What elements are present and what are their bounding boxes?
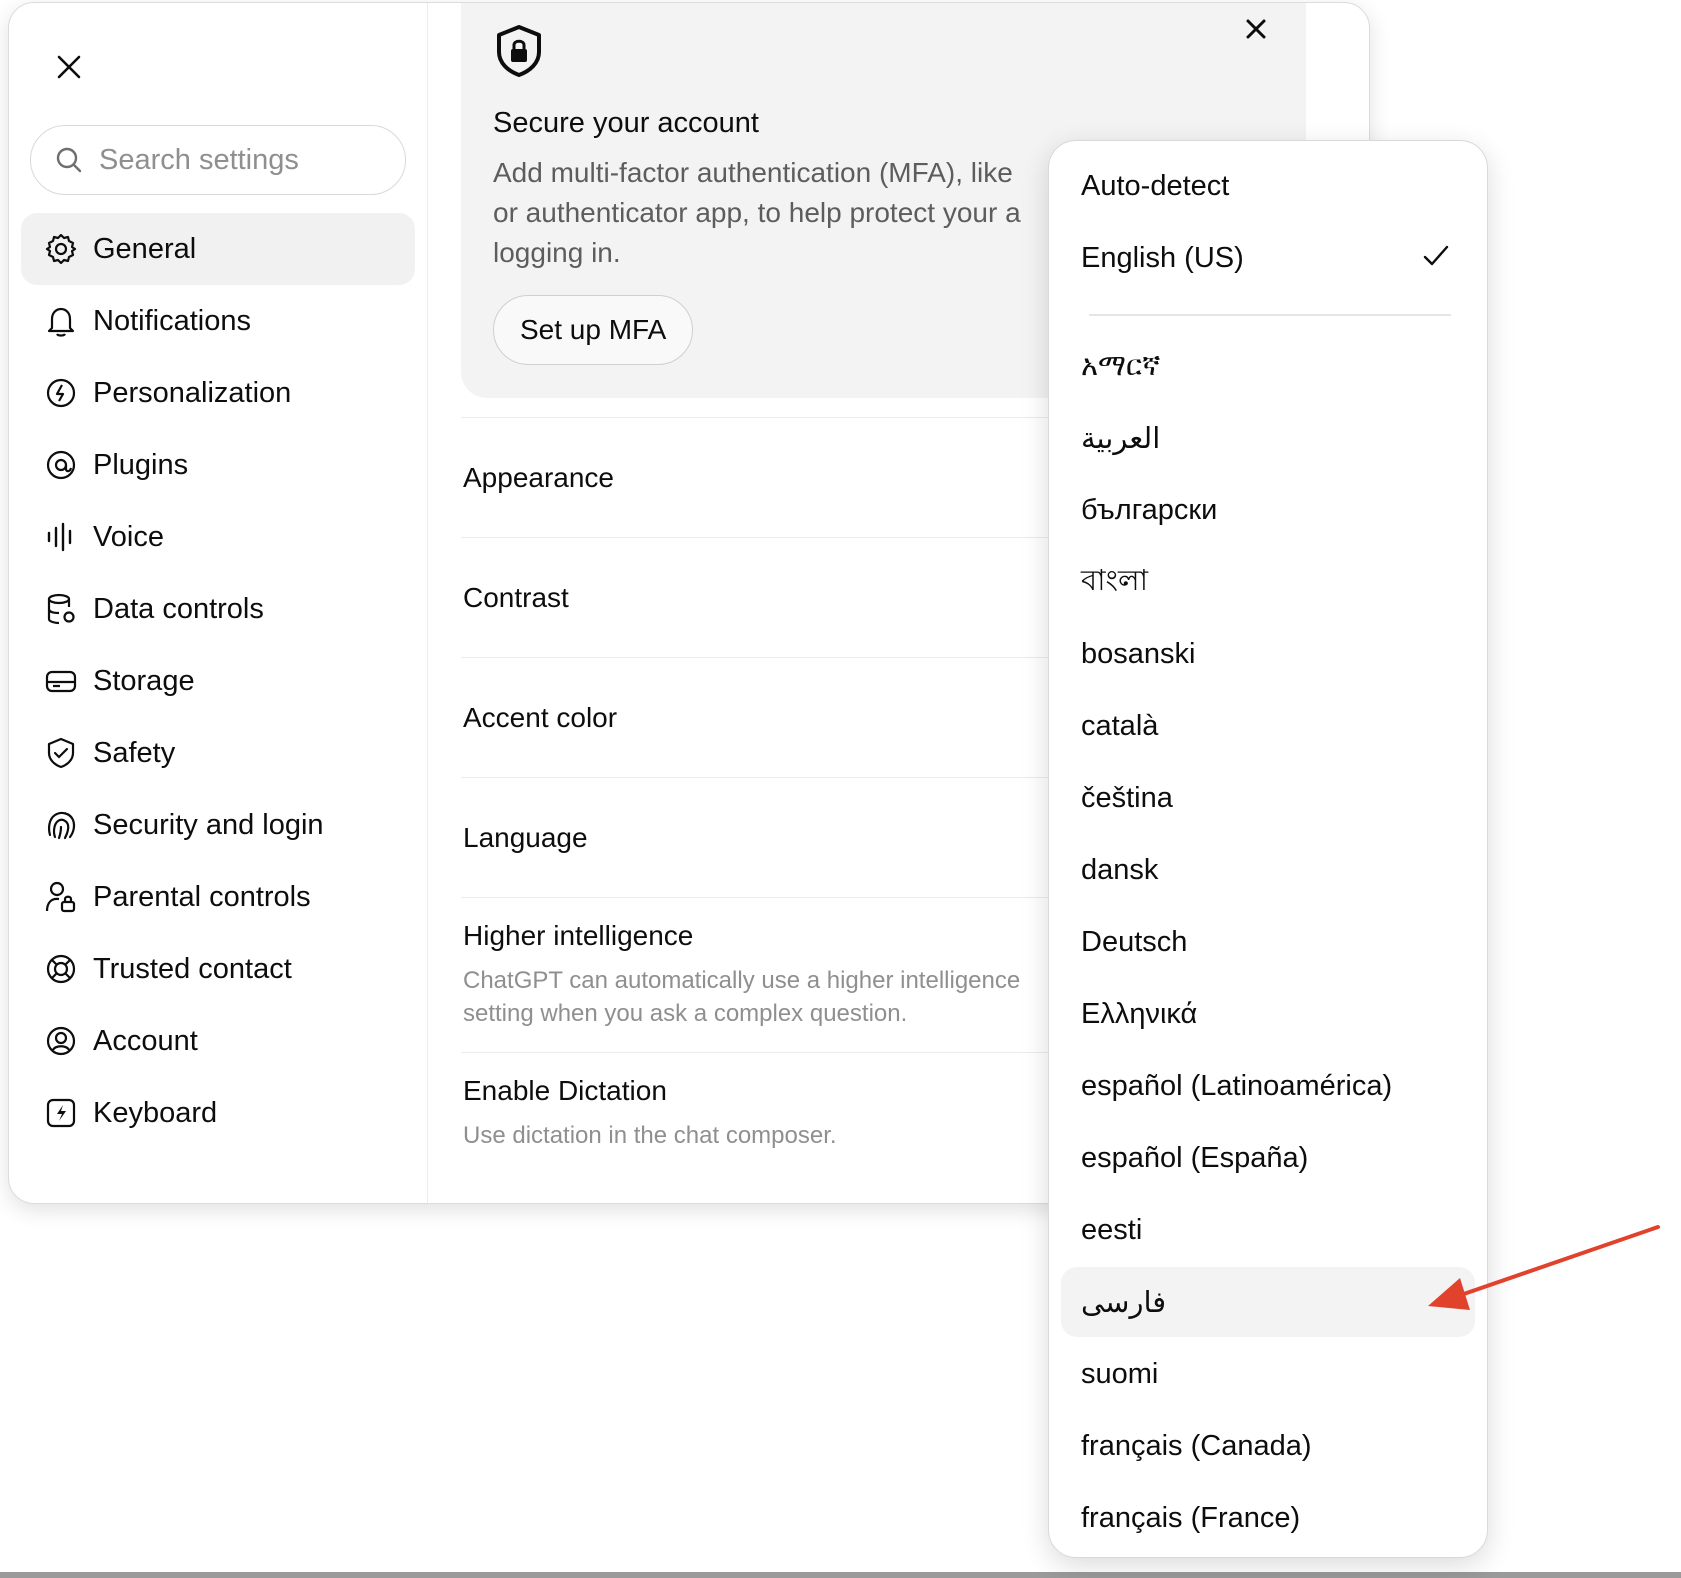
- bolt-square-icon: [43, 1095, 79, 1131]
- sidebar-item-general[interactable]: General: [21, 213, 415, 285]
- language-option-estonian[interactable]: eesti: [1061, 1195, 1475, 1265]
- gear-icon: [43, 231, 79, 267]
- option-label: dansk: [1081, 853, 1159, 886]
- sidebar-item-keyboard[interactable]: Keyboard: [21, 1077, 415, 1149]
- option-label: bosanski: [1081, 637, 1196, 670]
- option-label: አማርኛ: [1081, 349, 1161, 382]
- dismiss-mfa-button[interactable]: [1236, 9, 1276, 49]
- personalization-icon: [43, 375, 79, 411]
- sidebar-item-security-and-login[interactable]: Security and login: [21, 789, 415, 861]
- language-option-english-us[interactable]: English (US): [1061, 223, 1475, 293]
- shield-check-icon: [43, 735, 79, 771]
- option-label: Auto-detect: [1081, 169, 1230, 202]
- sidebar-item-trusted-contact[interactable]: Trusted contact: [21, 933, 415, 1005]
- option-label: català: [1081, 709, 1159, 742]
- settings-nav: General Notifications Personalization Pl…: [21, 213, 415, 1149]
- sidebar-item-voice[interactable]: Voice: [21, 501, 415, 573]
- close-settings-button[interactable]: [49, 47, 89, 87]
- search-settings-field[interactable]: [30, 125, 406, 195]
- option-label: فارسی: [1081, 1286, 1167, 1319]
- row-title: Appearance: [463, 462, 615, 493]
- option-label: العربية: [1081, 422, 1161, 455]
- sidebar-item-label: Personalization: [93, 376, 292, 409]
- close-icon: [1246, 19, 1266, 39]
- sidebar-item-label: Data controls: [93, 592, 264, 625]
- option-label: suomi: [1081, 1357, 1159, 1390]
- settings-sidebar: General Notifications Personalization Pl…: [9, 3, 428, 1203]
- language-option-french-canada[interactable]: français (Canada): [1061, 1411, 1475, 1481]
- language-option-spanish-spain[interactable]: español (España): [1061, 1123, 1475, 1193]
- language-option-german[interactable]: Deutsch: [1061, 907, 1475, 977]
- close-icon: [57, 55, 81, 79]
- language-option-auto-detect[interactable]: Auto-detect: [1061, 151, 1475, 221]
- bell-icon: [43, 303, 79, 339]
- checkmark-icon: [1423, 245, 1449, 266]
- option-label: English (US): [1081, 241, 1244, 274]
- option-label: español (Latinoamérica): [1081, 1069, 1393, 1102]
- language-option-catalan[interactable]: català: [1061, 691, 1475, 761]
- language-option-danish[interactable]: dansk: [1061, 835, 1475, 905]
- search-icon: [56, 147, 82, 173]
- dropdown-divider: [1089, 314, 1451, 316]
- sidebar-item-label: Security and login: [93, 808, 324, 841]
- sidebar-item-label: Safety: [93, 736, 176, 769]
- database-gear-icon: [43, 591, 79, 627]
- sidebar-item-label: Storage: [93, 664, 195, 697]
- set-up-mfa-button[interactable]: Set up MFA: [493, 295, 694, 365]
- fingerprint-icon: [43, 807, 79, 843]
- option-label: español (España): [1081, 1141, 1309, 1174]
- lifebuoy-icon: [43, 951, 79, 987]
- row-title: Contrast: [463, 582, 569, 613]
- language-option-french-france[interactable]: français (France): [1061, 1483, 1475, 1553]
- language-option-bengali[interactable]: বাংলা: [1061, 547, 1475, 617]
- search-input[interactable]: [97, 142, 381, 178]
- language-option-greek[interactable]: Ελληνικά: [1061, 979, 1475, 1049]
- option-label: français (France): [1081, 1501, 1301, 1534]
- language-option-czech[interactable]: čeština: [1061, 763, 1475, 833]
- option-label: eesti: [1081, 1213, 1143, 1246]
- user-circle-icon: [43, 1023, 79, 1059]
- language-option-persian[interactable]: فارسی: [1061, 1267, 1475, 1337]
- row-title: Language: [463, 822, 588, 853]
- sidebar-item-notifications[interactable]: Notifications: [21, 285, 415, 357]
- sidebar-item-safety[interactable]: Safety: [21, 717, 415, 789]
- waveform-icon: [43, 519, 79, 555]
- language-option-bosnian[interactable]: bosanski: [1061, 619, 1475, 689]
- option-label: français (Canada): [1081, 1429, 1312, 1462]
- option-label: čeština: [1081, 781, 1173, 814]
- language-option-spanish-latam[interactable]: español (Latinoamérica): [1061, 1051, 1475, 1121]
- sidebar-item-label: Notifications: [93, 304, 251, 337]
- sidebar-item-label: Voice: [93, 520, 164, 553]
- sidebar-item-label: Keyboard: [93, 1096, 218, 1129]
- row-title: Enable Dictation: [463, 1075, 667, 1106]
- sidebar-item-personalization[interactable]: Personalization: [21, 357, 415, 429]
- sidebar-item-label: Account: [93, 1024, 198, 1057]
- sidebar-item-label: General: [93, 232, 197, 265]
- language-option-bulgarian[interactable]: български: [1061, 475, 1475, 545]
- language-option-arabic[interactable]: العربية: [1061, 403, 1475, 473]
- taskbar-strip: [0, 1572, 1681, 1578]
- sidebar-item-plugins[interactable]: Plugins: [21, 429, 415, 501]
- sidebar-item-parental-controls[interactable]: Parental controls: [21, 861, 415, 933]
- plugins-icon: [43, 447, 79, 483]
- sidebar-item-label: Parental controls: [93, 880, 311, 913]
- sidebar-item-label: Trusted contact: [93, 952, 292, 985]
- row-title: Higher intelligence: [463, 920, 694, 951]
- option-label: Deutsch: [1081, 925, 1188, 958]
- sidebar-item-label: Plugins: [93, 448, 189, 481]
- language-option-amharic[interactable]: አማርኛ: [1061, 331, 1475, 401]
- mfa-title: Secure your account: [493, 107, 759, 139]
- option-label: Ελληνικά: [1081, 997, 1198, 1030]
- option-label: বাংলা: [1081, 564, 1149, 597]
- person-lock-icon: [43, 879, 79, 915]
- sidebar-item-storage[interactable]: Storage: [21, 645, 415, 717]
- language-dropdown[interactable]: Auto-detect English (US) አማርኛ العربية бъ…: [1048, 140, 1488, 1558]
- drive-icon: [43, 663, 79, 699]
- row-title: Accent color: [463, 702, 618, 733]
- option-label: български: [1081, 493, 1218, 526]
- shield-lock-icon: [491, 23, 547, 84]
- language-option-finnish[interactable]: suomi: [1061, 1339, 1475, 1409]
- sidebar-item-account[interactable]: Account: [21, 1005, 415, 1077]
- sidebar-item-data-controls[interactable]: Data controls: [21, 573, 415, 645]
